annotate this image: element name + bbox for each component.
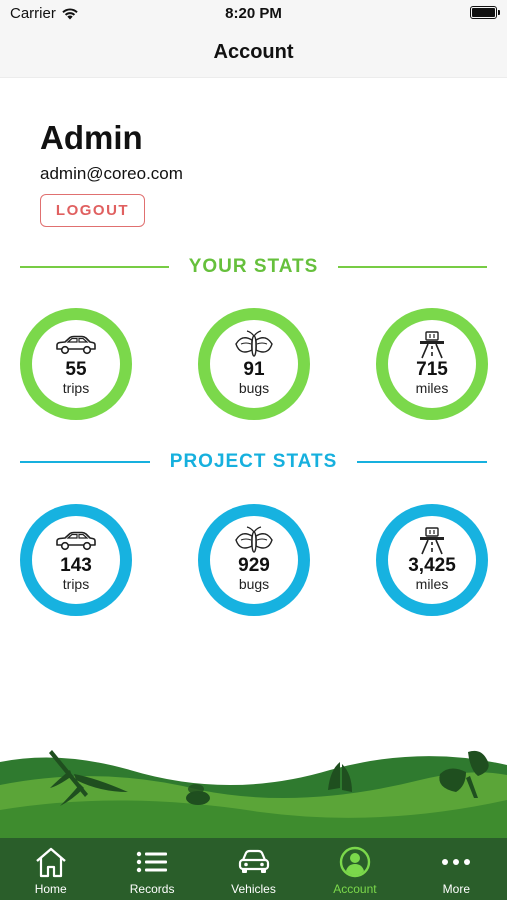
project-bugs-stat: 929 bugs [198, 504, 310, 616]
your-stats-title: YOUR STATS [188, 256, 319, 277]
tab-label: Vehicles [231, 882, 276, 896]
tab-more[interactable]: More [406, 838, 507, 900]
status-bar: Carrier 8:20 PM [0, 0, 507, 28]
top-bar: Carrier 8:20 PM Account [0, 0, 507, 78]
stat-value: 55 [65, 359, 87, 380]
project-stats-row: 143 trips 929 bugs 3,425 miles [0, 504, 507, 616]
battery-icon [470, 6, 500, 19]
tab-home[interactable]: Home [0, 838, 101, 900]
stat-unit: miles [415, 576, 449, 592]
your-trips-stat: 55 trips [20, 308, 132, 420]
user-name: Admin [40, 119, 143, 156]
divider [338, 266, 488, 268]
tab-vehicles[interactable]: Vehicles [203, 838, 304, 900]
car-icon [54, 332, 98, 358]
your-miles-stat: 715 miles [376, 308, 488, 420]
page-title: Account [213, 41, 294, 63]
tab-records[interactable]: Records [101, 838, 202, 900]
bug-icon [232, 526, 276, 554]
project-stats-header: PROJECT STATS [20, 450, 488, 474]
home-icon [33, 845, 69, 879]
logout-button[interactable]: LOGOUT [40, 194, 145, 227]
stat-unit: miles [415, 380, 449, 396]
tab-label: Home [34, 882, 67, 896]
tab-label: Records [129, 882, 175, 896]
road-icon [410, 331, 454, 359]
your-bugs-stat: 91 bugs [198, 308, 310, 420]
stat-value: 715 [416, 359, 448, 380]
list-icon [134, 845, 170, 879]
tab-label: Account [333, 882, 377, 896]
bug-icon [232, 330, 276, 358]
project-trips-stat: 143 trips [20, 504, 132, 616]
stat-value: 143 [60, 555, 92, 576]
stat-unit: trips [62, 380, 90, 396]
tab-label: More [442, 882, 470, 896]
stat-value: 929 [238, 555, 270, 576]
divider [20, 266, 169, 268]
landscape-illustration [0, 750, 507, 840]
car-icon [236, 845, 272, 879]
stat-value: 3,425 [408, 555, 456, 576]
user-icon [337, 845, 373, 879]
car-icon [54, 528, 98, 554]
tab-account[interactable]: Account [304, 838, 405, 900]
road-icon [410, 527, 454, 555]
stat-unit: bugs [238, 576, 270, 592]
your-stats-row: 55 trips 91 bugs 715 miles [0, 308, 507, 420]
your-stats-header: YOUR STATS [20, 255, 488, 279]
profile-section: Admin admin@coreo.com LOGOUT [40, 120, 183, 227]
more-icon [438, 845, 474, 879]
stat-value: 91 [243, 359, 265, 380]
user-email: admin@coreo.com [40, 164, 183, 183]
tab-bar: Home Records Vehicles Account More [0, 838, 507, 900]
divider [20, 461, 150, 463]
divider [357, 461, 488, 463]
stat-unit: trips [62, 576, 90, 592]
status-time: 8:20 PM [225, 5, 282, 22]
project-stats-title: PROJECT STATS [169, 451, 338, 472]
project-miles-stat: 3,425 miles [376, 504, 488, 616]
stat-unit: bugs [238, 380, 270, 396]
